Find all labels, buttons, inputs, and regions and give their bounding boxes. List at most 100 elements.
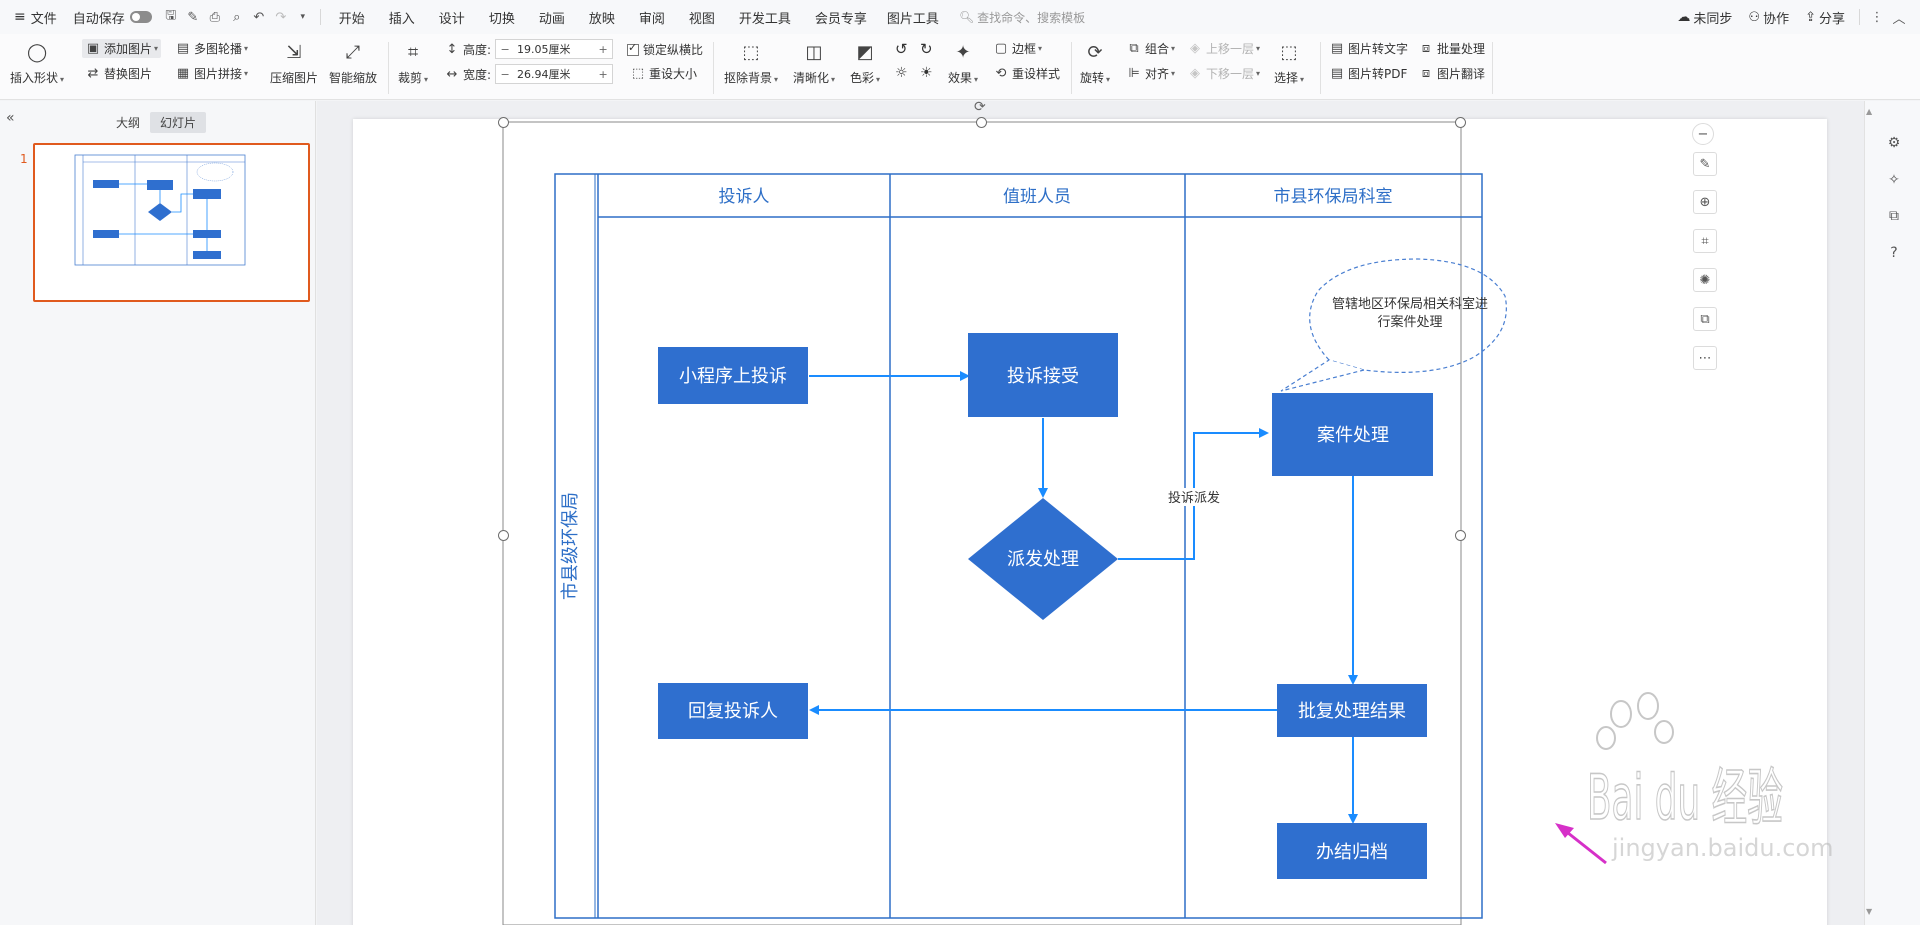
edit-icon[interactable]: ✎ [1693,152,1717,176]
color-button[interactable]: ◩ 色彩 ▾ [850,40,880,86]
width-input[interactable]: − 26.94厘米 + [495,64,614,84]
collapse-panel-icon[interactable]: « [6,110,15,126]
zoom-out-icon[interactable]: − [1692,123,1714,145]
tab-outline[interactable]: 大纲 [106,112,150,133]
tab-1[interactable]: 插入 [377,0,427,34]
tab-8[interactable]: 开发工具 [727,0,803,34]
tab-4[interactable]: 动画 [527,0,577,34]
effects-button[interactable]: ✦ 效果 ▾ [948,40,978,86]
remove-bg-button[interactable]: ⬚ 抠除背景 ▾ [724,40,778,86]
sharpen-button[interactable]: ◫ 清晰化 ▾ [793,40,835,86]
idea-icon[interactable]: ✺ [1693,268,1717,292]
crop-button[interactable]: ⌗ 裁剪 ▾ [398,40,428,86]
select-button[interactable]: ⬚ 选择 ▾ [1274,40,1304,86]
decrease-icon[interactable]: − [496,68,514,81]
scroll-up-icon[interactable]: ▲ [1866,107,1872,116]
vertical-scrollbar[interactable]: ▲ ▼ [1866,101,1874,925]
pin-icon[interactable]: ✧ [1885,171,1903,189]
width-label: 宽度: [463,67,492,82]
resize-handle-top[interactable] [976,117,987,128]
rotate-handle-icon[interactable]: ⟳ [974,101,986,115]
undo-icon[interactable]: ↶ [248,6,270,28]
select-icon: ⬚ [1280,41,1298,63]
pic-to-pdf-label: 图片转PDF [1348,67,1408,81]
brightness-up-icon[interactable]: ☼ [895,65,908,81]
tab-9[interactable]: 会员专享 [803,0,879,34]
picture-add-icon: ▣ [86,41,100,56]
resize-handle-left[interactable] [498,530,509,541]
more-icon[interactable]: ⋯ [1693,346,1717,370]
pic-translate-button[interactable]: ⧈ 图片翻译 [1418,65,1485,82]
bring-forward-button[interactable]: ◈ 上移一层 ▾ [1187,40,1260,57]
brush-icon[interactable]: ✎ [182,6,204,28]
sync-button[interactable]: ☁ 未同步 [1669,0,1740,34]
customize-icon[interactable]: ▾ [292,6,314,28]
increase-icon[interactable]: + [594,43,612,56]
scroll-down-icon[interactable]: ▼ [1866,907,1872,916]
convert-icon[interactable]: ⧉ [1693,307,1717,331]
more-icon[interactable]: ⋮ [1866,6,1888,28]
resize-handle-tr[interactable] [1455,117,1466,128]
replace-picture-button[interactable]: ⇄ 替换图片 [85,65,152,82]
preview-icon[interactable]: ⌕ [226,6,248,28]
resize-handle-tl[interactable] [498,117,509,128]
tab-2[interactable]: 设计 [427,0,477,34]
decrease-icon[interactable]: − [496,43,514,56]
add-picture-button[interactable]: ▣ 添加图片 ▾ [82,39,162,58]
lock-ratio-checkbox[interactable]: 锁定纵横比 [627,41,703,58]
pic-to-pdf-button[interactable]: ▤ 图片转PDF [1329,65,1408,82]
align-button[interactable]: ⊫ 对齐 ▾ [1126,65,1175,82]
save-icon[interactable]: 🖫 [160,6,182,28]
toggle-switch-icon [129,11,152,23]
file-menu[interactable]: ≡ 文件 [0,0,65,34]
panel-tabs: 大纲 幻灯片 [106,112,207,133]
pic-to-text-button[interactable]: ▤ 图片转文字 [1329,40,1408,57]
chevron-up-icon[interactable]: ︿ [1888,6,1910,28]
rotate-button[interactable]: ⟳ 旋转 ▾ [1080,40,1110,86]
shape-icon: ◯ [26,41,48,63]
tab-5[interactable]: 放映 [577,0,627,34]
border-button[interactable]: ▢ 边框 ▾ [993,40,1042,57]
tab-6[interactable]: 审阅 [627,0,677,34]
brightness-down-icon[interactable]: ☀ [920,65,933,81]
autosave-toggle[interactable]: 自动保存 [65,0,160,34]
callout-line-1: 管辖地区环保局相关科室进 [1332,296,1488,312]
rotate-left-icon[interactable]: ↺ [895,40,908,58]
send-backward-button[interactable]: ◈ 下移一层 ▾ [1187,65,1260,82]
multi-carousel-button[interactable]: ▤ 多图轮播 ▾ [175,40,248,57]
height-input[interactable]: − 19.05厘米 + [495,39,614,59]
compress-button[interactable]: ⇲ 压缩图片 [270,40,318,86]
batch-button[interactable]: ⧈ 批量处理 [1418,40,1485,57]
width-value[interactable]: 26.94厘米 [514,66,594,82]
slide-canvas[interactable]: 市县级环保局 投诉人 值班人员 市县环保局科室 管辖地区环保局相关科室进 行案件… [317,101,1864,925]
rotate-right-icon[interactable]: ↻ [920,40,933,58]
tab-0[interactable]: 开始 [327,0,377,34]
redo-icon[interactable]: ↷ [270,6,292,28]
share-button[interactable]: ⇪ 分享 [1797,0,1853,34]
height-value[interactable]: 19.05厘米 [514,41,594,57]
zoom-in-icon[interactable]: ⊕ [1693,190,1717,214]
smart-zoom-button[interactable]: ⤢ 智能缩放 [329,40,377,86]
tab-3[interactable]: 切换 [477,0,527,34]
insert-shape-button[interactable]: ◯ 插入形状 ▾ [10,40,64,86]
print-icon[interactable]: ⎙ [204,6,226,28]
lane-header-office: 市县环保局科室 [1274,187,1393,207]
crop-icon[interactable]: ⌗ [1693,229,1717,253]
picture-collage-button[interactable]: ▦ 图片拼接 ▾ [175,65,248,82]
copy-icon[interactable]: ⧉ [1885,207,1903,225]
reset-size-button[interactable]: ⬚ 重设大小 [630,65,697,82]
slide-thumbnail[interactable] [33,143,310,302]
command-search[interactable]: 🔍︎ 查找命令、搜索模板 [959,9,1085,26]
tab-slides[interactable]: 幻灯片 [150,112,207,133]
reset-style-button[interactable]: ⟲ 重设样式 [993,65,1060,82]
collab-button[interactable]: ⚇ 协作 [1740,0,1797,34]
flowchart-picture[interactable]: 市县级环保局 投诉人 值班人员 市县环保局科室 管辖地区环保局相关科室进 行案件… [317,101,1864,925]
settings-icon[interactable]: ⚙ [1885,134,1903,152]
tab-picture-tools[interactable]: 图片工具 [879,0,947,34]
color-label: 色彩 [850,71,875,85]
group-button[interactable]: ⧉ 组合 ▾ [1126,40,1175,57]
help-icon[interactable]: ? [1885,244,1903,262]
increase-icon[interactable]: + [594,68,612,81]
tab-7[interactable]: 视图 [677,0,727,34]
resize-handle-right[interactable] [1455,530,1466,541]
